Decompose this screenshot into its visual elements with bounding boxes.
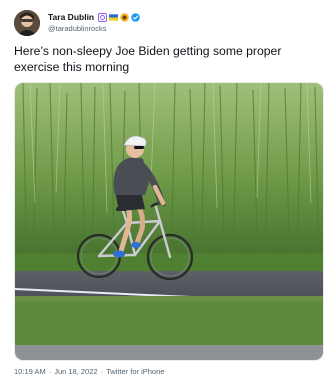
tweet-card: Tara Dublin @taradublinrocks Here’s non-… [0, 0, 334, 384]
meta-separator: · [100, 367, 104, 376]
user-info: Tara Dublin @taradublinrocks [48, 11, 140, 35]
tweet-header: Tara Dublin @taradublinrocks [14, 9, 140, 37]
user-handle[interactable]: @taradublinrocks [48, 23, 140, 35]
tweet-source[interactable]: Twitter for iPhone [106, 367, 164, 376]
ukraine-flag-icon [109, 13, 119, 22]
tweet-text: Here’s non-sleepy Joe Biden getting some… [14, 44, 285, 74]
verified-badge-icon [131, 12, 140, 22]
purple-badge-icon [98, 12, 108, 22]
tweet-date[interactable]: Jun 18, 2022 [54, 367, 97, 376]
photo-man-riding-bicycle [15, 83, 323, 360]
avatar[interactable] [14, 10, 40, 36]
display-name[interactable]: Tara Dublin [48, 11, 94, 23]
tweet-time[interactable]: 10:19 AM [14, 367, 46, 376]
sunflower-icon [120, 12, 129, 22]
tweet-meta: 10:19 AM · Jun 18, 2022 · Twitter for iP… [14, 367, 164, 376]
tweet-photo[interactable] [14, 82, 324, 361]
name-row: Tara Dublin [48, 11, 140, 23]
meta-separator: · [48, 367, 52, 376]
